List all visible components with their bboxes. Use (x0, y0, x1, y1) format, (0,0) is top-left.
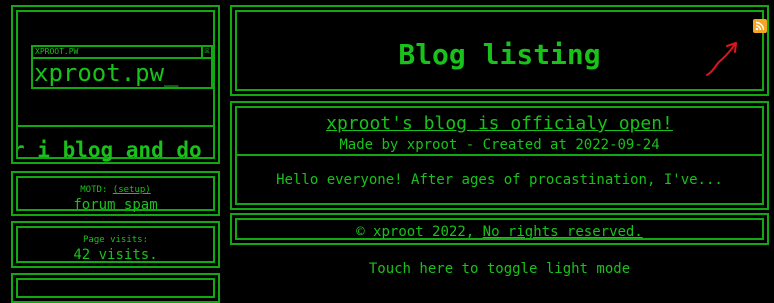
red-arrow-icon (706, 42, 737, 76)
page-title: Blog listing (398, 38, 601, 71)
logo-window: XPROOT.PW ☒ xproot.pw_ (31, 45, 213, 89)
rss-feed-icon[interactable] (753, 19, 767, 33)
motd-panel: MOTD: (setup) forum spam (11, 171, 220, 216)
footer-text: © xproot 2022, No rights reserved. (237, 223, 762, 241)
visits-panel-inner: Page visits: 42 visits. (16, 226, 215, 263)
footer-panel-inner: © xproot 2022, No rights reserved. (235, 218, 764, 240)
logo-window-title: XPROOT.PW (35, 47, 79, 56)
site-logo: xproot.pw_ (34, 59, 179, 87)
scrolling-marquee: r i blog and do (18, 136, 213, 164)
copyright-text: © xproot 2022, (356, 224, 483, 240)
sidebar-panel-partial (11, 273, 220, 303)
header-panel-inner: Blog listing (235, 10, 767, 91)
logo-panel: XPROOT.PW ☒ xproot.pw_ r i blog and do (11, 5, 220, 164)
logo-panel-inner: XPROOT.PW ☒ xproot.pw_ r i blog and do (16, 10, 215, 162)
motd-panel-inner: MOTD: (setup) forum spam (16, 176, 215, 213)
logo-window-titlebar: XPROOT.PW ☒ (33, 47, 211, 59)
motd-label-prefix: MOTD: (80, 185, 113, 195)
footer-panel: © xproot 2022, No rights reserved. (230, 213, 769, 245)
motd-label: MOTD: (setup) (18, 184, 213, 196)
marquee-text: r i blog and do (18, 138, 202, 162)
post-title-link[interactable]: xproot's blog is officialy open! (237, 113, 762, 135)
close-icon: ☒ (201, 47, 211, 57)
divider (237, 154, 762, 156)
post-meta: Made by xproot - Created at 2022-09-24 (339, 137, 660, 153)
light-mode-toggle[interactable]: Touch here to toggle light mode (230, 260, 769, 278)
motd-setup-link[interactable]: (setup) (113, 185, 151, 195)
blog-post-card: xproot's blog is officialy open! Made by… (230, 101, 769, 210)
rights-link[interactable]: No rights reserved. (483, 224, 643, 240)
blog-post-card-inner: xproot's blog is officialy open! Made by… (235, 106, 764, 205)
visits-label: Page visits: (82, 235, 149, 245)
post-excerpt: Hello everyone! After ages of procastina… (276, 172, 723, 188)
divider (18, 125, 213, 127)
header-panel: Blog listing (230, 5, 769, 96)
motd-value: forum spam (73, 197, 158, 213)
sidebar-panel-partial-inner (16, 278, 215, 298)
visits-panel: Page visits: 42 visits. (11, 221, 220, 268)
visits-value: 42 visits. (73, 247, 158, 263)
